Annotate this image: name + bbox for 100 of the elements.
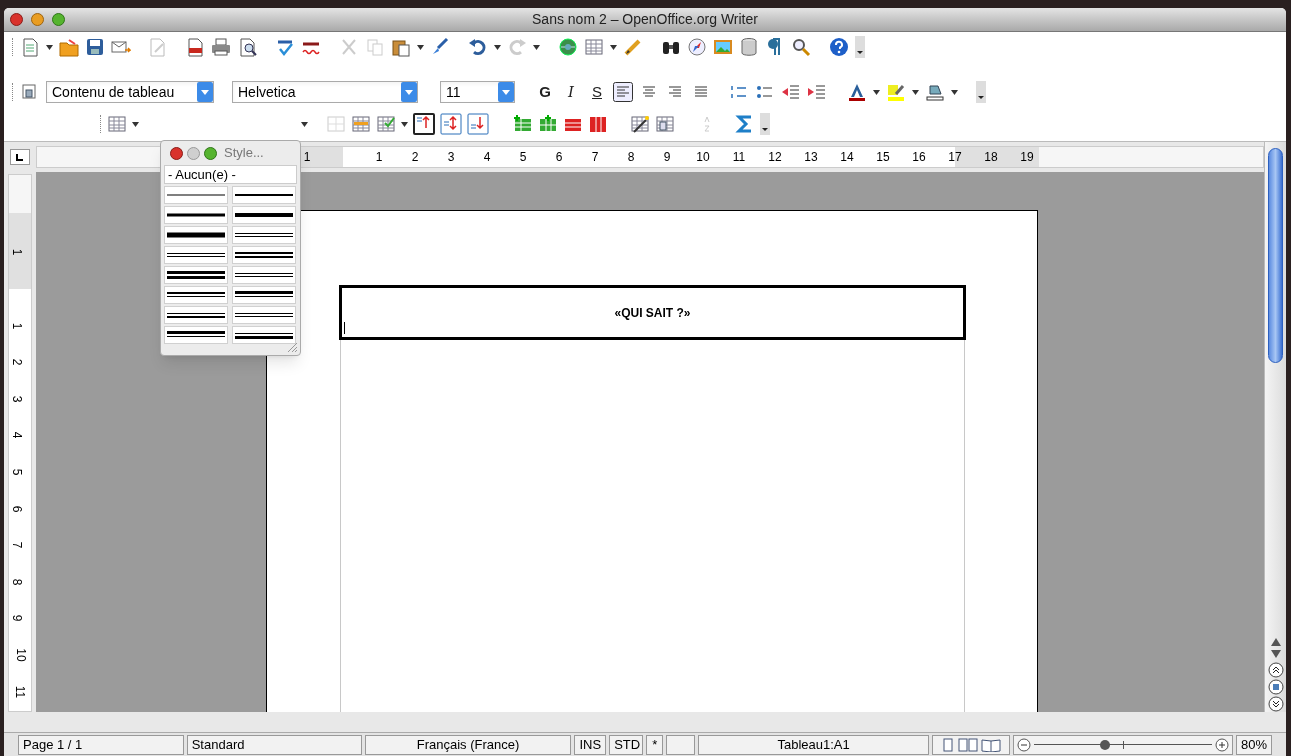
line-style-option[interactable] (164, 326, 228, 344)
table-properties-icon[interactable] (655, 114, 675, 134)
zoom-out-icon[interactable] (1016, 737, 1031, 752)
caret-icon[interactable] (951, 89, 958, 95)
combo-box[interactable]: Helvetica (232, 81, 418, 103)
scroll-down-icon[interactable] (1269, 649, 1282, 659)
navigator-icon[interactable] (1267, 679, 1284, 695)
caret-icon[interactable] (401, 121, 408, 127)
line-style-option[interactable] (231, 286, 296, 304)
language-field[interactable]: Français (France) (364, 734, 572, 755)
zoom-button[interactable] (204, 146, 217, 160)
close-button[interactable] (10, 13, 23, 26)
magic-wand-icon[interactable] (630, 114, 650, 134)
caret-icon[interactable] (610, 44, 617, 50)
insert-mode[interactable]: INS (574, 734, 607, 755)
cell-position[interactable]: Tableau1:A1 (697, 734, 930, 755)
line-style-option[interactable] (231, 226, 296, 244)
slider-thumb[interactable] (1099, 739, 1110, 750)
caret-icon[interactable] (417, 44, 424, 50)
print-preview-icon[interactable] (237, 37, 257, 57)
line-style-option[interactable] (164, 206, 228, 224)
cell-background-icon[interactable] (351, 114, 371, 134)
toolbar-overflow-icon[interactable] (976, 81, 986, 103)
save-icon[interactable] (85, 37, 105, 57)
table-autoformat-icon[interactable] (376, 114, 396, 134)
folder-icon[interactable] (59, 37, 79, 57)
line-style-option[interactable] (164, 266, 228, 284)
highlighter-icon[interactable] (886, 82, 906, 102)
line-style-option[interactable] (231, 186, 296, 204)
zoom-button[interactable] (52, 13, 65, 26)
compass-icon[interactable] (687, 37, 707, 57)
table-icon[interactable] (584, 37, 604, 57)
previous-page-icon[interactable] (1267, 662, 1284, 678)
line-style-option[interactable] (231, 306, 296, 324)
two-pages-icon[interactable] (957, 737, 978, 752)
zoom-in-icon[interactable] (1215, 737, 1229, 752)
next-page-icon[interactable] (1267, 696, 1284, 712)
line-style-option[interactable] (164, 306, 228, 324)
scroll-up-icon[interactable] (1269, 637, 1282, 647)
caret-icon[interactable] (46, 44, 53, 50)
insert-columns-icon[interactable] (538, 114, 558, 134)
line-style-option[interactable] (164, 286, 228, 304)
align-top-icon[interactable] (413, 113, 435, 135)
italic-button[interactable]: I (561, 81, 581, 103)
caret-icon[interactable] (301, 121, 308, 127)
caret-icon[interactable] (533, 44, 540, 50)
scrollbar-thumb[interactable] (1268, 148, 1283, 363)
toolbar-overflow-icon[interactable] (760, 113, 770, 135)
book-view-icon[interactable] (980, 737, 1001, 752)
line-style-option[interactable] (231, 326, 296, 344)
line-style-option[interactable] (231, 266, 296, 284)
zoom-percentage[interactable]: 80% (1236, 734, 1272, 755)
search-icon[interactable] (791, 37, 811, 57)
caret-icon[interactable] (132, 121, 139, 127)
center-vertically-icon[interactable] (440, 113, 462, 135)
caret-icon[interactable] (873, 89, 880, 95)
view-layout-field[interactable] (932, 734, 1010, 755)
delete-columns-icon[interactable] (588, 114, 608, 134)
tab-stop-icon[interactable] (10, 149, 30, 165)
underline-button[interactable]: S (587, 81, 607, 103)
line-style-option[interactable] (231, 206, 296, 224)
combo-box[interactable]: 11 (440, 81, 515, 103)
resize-grip-icon[interactable] (286, 341, 298, 353)
increase-indent-icon[interactable] (807, 82, 827, 102)
combo-box[interactable]: Contenu de tableau (46, 81, 214, 103)
pdf-icon[interactable] (185, 37, 205, 57)
selection-mode[interactable]: STD (609, 734, 644, 755)
close-button[interactable] (170, 146, 183, 160)
page-style[interactable]: Standard (186, 734, 362, 755)
undo-icon[interactable] (468, 37, 488, 57)
page-count[interactable]: Page 1 / 1 (18, 734, 184, 755)
line-style-option[interactable] (164, 226, 228, 244)
vertical-scrollbar[interactable] (1264, 142, 1286, 712)
table-icon[interactable] (107, 114, 127, 134)
paint-bucket-icon[interactable] (925, 82, 945, 102)
modified-indicator[interactable]: * (646, 734, 664, 755)
insert-rows-icon[interactable] (513, 114, 533, 134)
align-left-icon[interactable] (613, 82, 633, 102)
ruler-number: 17 (948, 150, 962, 164)
pencil-icon[interactable] (623, 37, 643, 57)
caret-icon[interactable] (912, 89, 919, 95)
decrease-indent-icon[interactable] (781, 82, 801, 102)
line-style-option[interactable] (164, 246, 228, 264)
minimize-button[interactable] (31, 13, 44, 26)
printer-icon[interactable] (211, 37, 231, 57)
clipboard-icon[interactable] (391, 37, 411, 57)
line-style-option[interactable] (231, 246, 296, 264)
globe-icon[interactable] (558, 37, 578, 57)
ruler-number: 14 (840, 150, 854, 164)
signature-field[interactable] (666, 734, 695, 755)
border-style-option[interactable]: - Aucun(e) - (164, 165, 297, 184)
toolbar-overflow-icon[interactable] (855, 36, 865, 58)
image-icon[interactable] (713, 37, 733, 57)
database-icon[interactable] (739, 37, 759, 57)
caret-icon[interactable] (494, 44, 501, 50)
brush-icon[interactable] (430, 37, 450, 57)
bold-button[interactable]: G (535, 81, 555, 103)
font-color-icon[interactable] (847, 82, 867, 102)
align-bottom-icon[interactable] (467, 113, 489, 135)
help-icon[interactable] (829, 37, 849, 57)
